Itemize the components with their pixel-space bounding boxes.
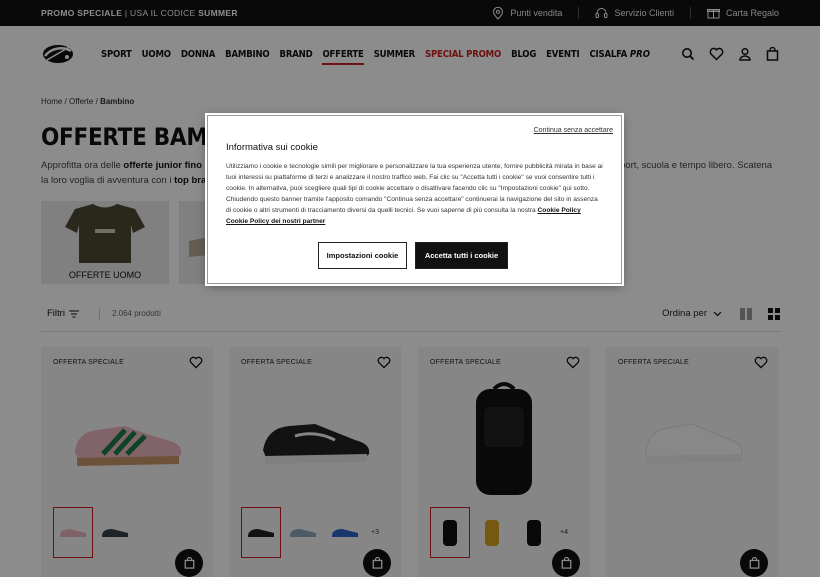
cookie-dialog-body: Utilizziamo i cookie e tecnologie simili… [226,161,604,227]
continue-without-accepting-link[interactable]: Continua senza accettare [534,127,613,134]
cookie-policy-link[interactable]: Cookie Policy [538,207,581,214]
cookie-consent-dialog: Continua senza accettare Informativa sui… [207,115,622,284]
cookie-dialog-title: Informativa sui cookie [226,142,318,153]
cookie-settings-button[interactable]: Impostazioni cookie [318,242,407,269]
modal-backdrop[interactable] [0,0,820,577]
cookie-dialog-buttons: Impostazioni cookie Accetta tutti i cook… [318,242,508,269]
partner-cookie-policy-link[interactable]: Cookie Policy dei nostri partner [226,218,325,225]
accept-all-cookies-button[interactable]: Accetta tutti i cookie [415,242,508,269]
